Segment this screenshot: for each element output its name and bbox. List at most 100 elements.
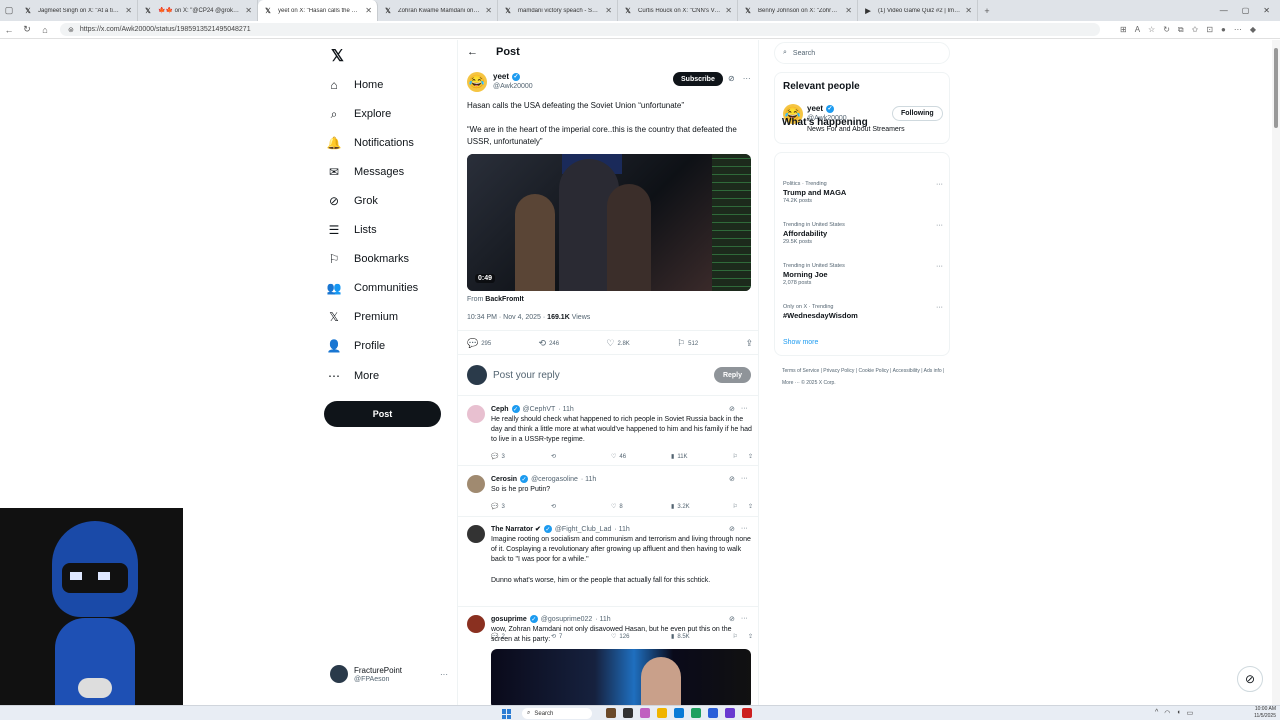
reply-action[interactable]: 💬 295 xyxy=(467,338,491,349)
post-timestamp[interactable]: 10:34 PM · Nov 4, 2025 · xyxy=(467,314,545,321)
close-tab-icon[interactable]: ✕ xyxy=(485,6,492,15)
repost-action[interactable]: ⟲ xyxy=(551,453,611,460)
mail-icon[interactable] xyxy=(674,708,684,718)
views-action[interactable]: ▮ 11K xyxy=(671,453,731,461)
like-action[interactable]: ♡ 8 xyxy=(611,503,671,511)
x-logo-icon[interactable]: 𝕏 xyxy=(331,46,344,66)
subscribe-button[interactable]: Subscribe xyxy=(673,72,723,86)
share-icon[interactable]: ⇪ xyxy=(748,503,753,510)
chevron-up-icon[interactable]: ^ xyxy=(1155,709,1158,717)
grok-explain-icon[interactable]: ⊘ xyxy=(728,74,735,83)
start-button[interactable] xyxy=(502,709,512,719)
wifi-icon[interactable]: ◠ xyxy=(1164,709,1170,717)
more-dots-icon[interactable]: ··· xyxy=(741,525,748,533)
copilot-icon[interactable]: ◆ xyxy=(1250,25,1256,35)
browser-tab[interactable]: 𝕏 Zohran Kwame Mamdani on X: "T... ✕ xyxy=(378,0,498,21)
reply-input[interactable]: Post your reply xyxy=(493,370,708,381)
sidebar-item-communities[interactable]: 👥 Communities xyxy=(326,277,446,299)
reply-author[interactable]: gosuprime xyxy=(491,616,527,623)
reply-author[interactable]: Ceph xyxy=(491,406,509,413)
browser-tab[interactable]: 𝕏yeet on X: "Hasan calls the USA d... ✕ xyxy=(258,0,378,21)
repost-action[interactable]: ⟲ 246 xyxy=(539,338,560,349)
more-dots-icon[interactable]: ··· xyxy=(741,615,748,623)
more-dots-icon[interactable]: ··· xyxy=(936,304,943,311)
more-dots-icon[interactable]: ··· xyxy=(743,74,751,83)
browser-tab[interactable]: 𝕏mamdani victory speach - Search ✕ xyxy=(498,0,618,21)
trend-item[interactable]: Politics · Trending Trump and MAGA 74.2K p… xyxy=(783,181,943,204)
reply-handle[interactable]: @gosuprime022 xyxy=(541,616,592,623)
scrollbar[interactable] xyxy=(1272,40,1280,705)
close-tab-icon[interactable]: ✕ xyxy=(725,6,732,15)
grok-floating-button[interactable]: ⊘ xyxy=(1237,666,1263,692)
favorite-star-icon[interactable]: ☆ xyxy=(1148,25,1155,35)
more-dots-icon[interactable]: ··· xyxy=(741,475,748,483)
favorites-icon[interactable]: ✩ xyxy=(1192,25,1199,35)
reply-handle[interactable]: @CephVT xyxy=(523,406,556,413)
browser-tab[interactable]: 𝕏 🍁🍁 on X: "@CP24 @grok H... ✕ xyxy=(138,0,258,21)
browser-tab[interactable]: 𝕏 Jagmeet Singh on X: "At a time w... ✕ xyxy=(18,0,138,21)
refresh-ext-icon[interactable]: ↻ xyxy=(1163,25,1170,35)
reply-avatar[interactable] xyxy=(467,525,485,543)
reply-avatar[interactable] xyxy=(467,615,485,633)
close-tab-icon[interactable]: ✕ xyxy=(965,6,972,15)
site-info-icon[interactable]: ⊜ xyxy=(68,26,74,34)
reply-action[interactable]: 💬 3 xyxy=(491,503,551,511)
share-icon[interactable]: ⇪ xyxy=(748,453,753,460)
app-icon[interactable] xyxy=(708,708,718,718)
person-name[interactable]: yeet xyxy=(807,104,823,114)
browser-tab[interactable]: 𝕏 Curtis Houck on X: "CNN's Van Jo... ✕ xyxy=(618,0,738,21)
author-name[interactable]: yeet xyxy=(493,72,509,82)
sidebar-item-profile[interactable]: 👤 Profile xyxy=(326,335,446,357)
sidebar-item-notifications[interactable]: 🔔 Notifications xyxy=(326,132,446,154)
sidebar-item-grok[interactable]: ⊘ Grok xyxy=(326,190,446,212)
video-player[interactable]: 0:49 xyxy=(467,154,751,291)
sidebar-item-more[interactable]: ⋯ More xyxy=(326,365,446,387)
url-field[interactable]: ⊜ https://x.com/Awk20000/status/19859135… xyxy=(60,23,1100,36)
more-dots-icon[interactable]: ··· xyxy=(936,181,943,188)
grok-explain-icon[interactable]: ⊘ xyxy=(729,615,735,623)
reply-time[interactable]: · 11h xyxy=(581,476,596,483)
reply-time[interactable]: · 11h xyxy=(558,406,573,413)
sidebar-item-premium[interactable]: 𝕏 Premium xyxy=(326,306,446,328)
search-input[interactable]: ⌕ Search xyxy=(774,42,950,64)
reply-handle[interactable]: @Fight_Club_Lad xyxy=(555,526,612,533)
trend-item[interactable]: Trending in United States Morning Joe 2,07… xyxy=(783,263,943,286)
views-action[interactable]: ▮ 3.2K xyxy=(671,503,731,511)
more-dots-icon[interactable]: ··· xyxy=(741,405,748,413)
maximize-icon[interactable]: ▢ xyxy=(1242,6,1250,15)
reply-time[interactable]: · 11h xyxy=(614,526,629,533)
close-tab-icon[interactable]: ✕ xyxy=(605,6,612,15)
split-screen-icon[interactable]: ⧉ xyxy=(1178,25,1184,35)
reply-image[interactable] xyxy=(491,649,751,709)
grok-explain-icon[interactable]: ⊘ xyxy=(729,525,735,533)
reply-avatar[interactable] xyxy=(467,475,485,493)
close-tab-icon[interactable]: ✕ xyxy=(845,6,852,15)
grok-explain-icon[interactable]: ⊘ xyxy=(729,475,735,483)
reply-author[interactable]: Cerosin xyxy=(491,476,517,483)
menu-dots-icon[interactable]: ⋯ xyxy=(1234,25,1242,35)
refresh-icon[interactable]: ↻ xyxy=(18,24,36,35)
close-tab-icon[interactable]: ✕ xyxy=(365,6,372,15)
grok-explain-icon[interactable]: ⊘ xyxy=(729,405,735,413)
account-switcher[interactable]: FracturePoint @FPAeson ··· xyxy=(330,665,448,683)
reply-handle[interactable]: @cerogasoline xyxy=(531,476,578,483)
like-action[interactable]: ♡ 46 xyxy=(611,453,671,461)
following-button[interactable]: Following xyxy=(892,106,943,121)
back-arrow-icon[interactable]: ← xyxy=(467,46,478,58)
browser-tab[interactable]: ▶ (1) Video Game Quiz #2 | Images... ✕ xyxy=(858,0,978,21)
reply-action[interactable]: 💬 3 xyxy=(491,453,551,461)
reply-time[interactable]: · 11h xyxy=(595,616,610,623)
sidebar-item-bookmarks[interactable]: ⚐ Bookmarks xyxy=(326,248,446,270)
sidebar-item-explore[interactable]: ⌕ Explore xyxy=(326,103,446,125)
reply-avatar[interactable] xyxy=(467,405,485,423)
file-explorer-icon[interactable] xyxy=(657,708,667,718)
more-dots-icon[interactable]: ··· xyxy=(936,263,943,270)
show-more-link[interactable]: Show more xyxy=(783,339,818,346)
video-source-link[interactable]: BackFromIt xyxy=(485,296,524,303)
bookmark-icon[interactable]: ⚐ xyxy=(733,453,738,460)
post-button[interactable]: Post xyxy=(324,401,441,427)
author-avatar[interactable]: 😂 xyxy=(467,72,487,92)
author-handle[interactable]: @Awk20000 xyxy=(493,82,533,91)
task-view-icon[interactable] xyxy=(623,708,633,718)
close-tab-icon[interactable]: ✕ xyxy=(245,6,252,15)
